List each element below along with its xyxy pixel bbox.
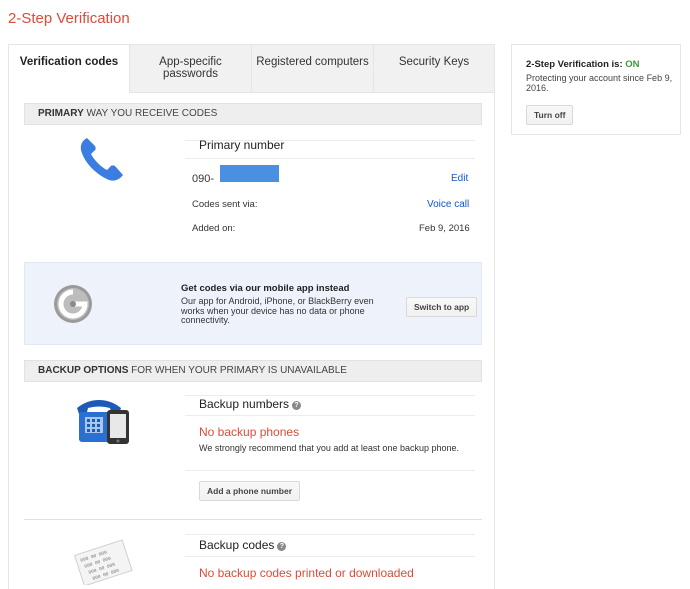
header-bold: BACKUP OPTIONS bbox=[38, 365, 129, 376]
divider bbox=[185, 415, 475, 416]
voice-call-link[interactable]: Voice call bbox=[427, 199, 469, 210]
tab-label-line1: App-specific bbox=[159, 56, 222, 68]
divider bbox=[185, 534, 475, 535]
tab-label: Verification codes bbox=[19, 56, 119, 68]
status-value: ON bbox=[625, 59, 640, 70]
backup-phone-note: We strongly recommend that you add at le… bbox=[199, 443, 459, 453]
divider bbox=[185, 470, 475, 471]
backup-codes-label: Backup codes bbox=[199, 538, 275, 552]
page-title: 2-Step Verification bbox=[8, 10, 130, 27]
mobile-app-promo: Get codes via our mobile app instead Our… bbox=[24, 262, 482, 345]
tab-bar: Verification codes App-specific password… bbox=[9, 45, 494, 94]
main-panel: Verification codes App-specific password… bbox=[8, 44, 495, 589]
divider bbox=[185, 158, 475, 159]
backup-codes-title: Backup codes? bbox=[199, 538, 287, 552]
app-promo-description: Our app for Android, iPhone, or BlackBer… bbox=[181, 296, 374, 325]
added-on-label: Added on: bbox=[192, 223, 236, 234]
tab-label: Registered computers bbox=[256, 56, 369, 68]
phone-prefix: 090- bbox=[192, 173, 215, 185]
authenticator-app-icon bbox=[54, 285, 92, 323]
primary-number-title: Primary number bbox=[199, 138, 285, 152]
app-promo-title: Get codes via our mobile app instead bbox=[181, 283, 350, 294]
header-rest: WAY YOU RECEIVE CODES bbox=[83, 108, 218, 119]
verification-status: 2-Step Verification is: ON bbox=[526, 59, 640, 70]
help-icon[interactable]: ? bbox=[277, 542, 287, 551]
section-divider bbox=[24, 519, 482, 520]
turn-off-button[interactable]: Turn off bbox=[526, 105, 574, 125]
header-bold: PRIMARY bbox=[38, 108, 84, 119]
status-description: Protecting your account since Feb 9, 201… bbox=[526, 73, 673, 93]
primary-section-header: PRIMARY WAY YOU RECEIVE CODES bbox=[24, 103, 482, 125]
status-label: 2-Step Verification is: bbox=[526, 59, 626, 70]
switch-to-app-button[interactable]: Switch to app bbox=[406, 297, 478, 317]
tab-label: Security Keys bbox=[398, 56, 470, 68]
add-phone-number-button[interactable]: Add a phone number bbox=[199, 481, 300, 501]
added-on-value: Feb 9, 2016 bbox=[419, 223, 470, 234]
tab-security-keys[interactable]: Security Keys bbox=[374, 45, 494, 92]
backup-numbers-title: Backup numbers? bbox=[199, 397, 302, 411]
status-panel: 2-Step Verification is: ON Protecting yo… bbox=[511, 44, 681, 135]
edit-link[interactable]: Edit bbox=[451, 173, 468, 184]
desk-phone-and-mobile-icon bbox=[77, 400, 129, 444]
phone-icon bbox=[80, 138, 123, 181]
help-icon[interactable]: ? bbox=[292, 401, 302, 410]
tab-verification-codes[interactable]: Verification codes bbox=[9, 45, 130, 94]
header-rest: FOR WHEN YOUR PRIMARY IS UNAVAILABLE bbox=[128, 365, 347, 376]
no-backup-codes: No backup codes printed or downloaded bbox=[199, 566, 414, 580]
divider bbox=[185, 395, 475, 396]
tab-registered-computers[interactable]: Registered computers bbox=[252, 45, 374, 92]
masked-phone-number bbox=[220, 165, 279, 182]
tab-label: App-specific passwords bbox=[159, 56, 222, 80]
no-backup-phones: No backup phones bbox=[199, 425, 300, 439]
backup-section-header: BACKUP OPTIONS FOR WHEN YOUR PRIMARY IS … bbox=[24, 360, 482, 382]
backup-numbers-label: Backup numbers bbox=[199, 397, 290, 411]
tab-app-specific-passwords[interactable]: App-specific passwords bbox=[130, 45, 252, 92]
divider bbox=[185, 556, 475, 557]
printed-backup-codes-icon: 000 00 000 000 00 000 000 00 000 000 00 … bbox=[73, 539, 133, 585]
tab-label-line2: passwords bbox=[163, 68, 218, 80]
codes-sent-label: Codes sent via: bbox=[192, 199, 258, 210]
